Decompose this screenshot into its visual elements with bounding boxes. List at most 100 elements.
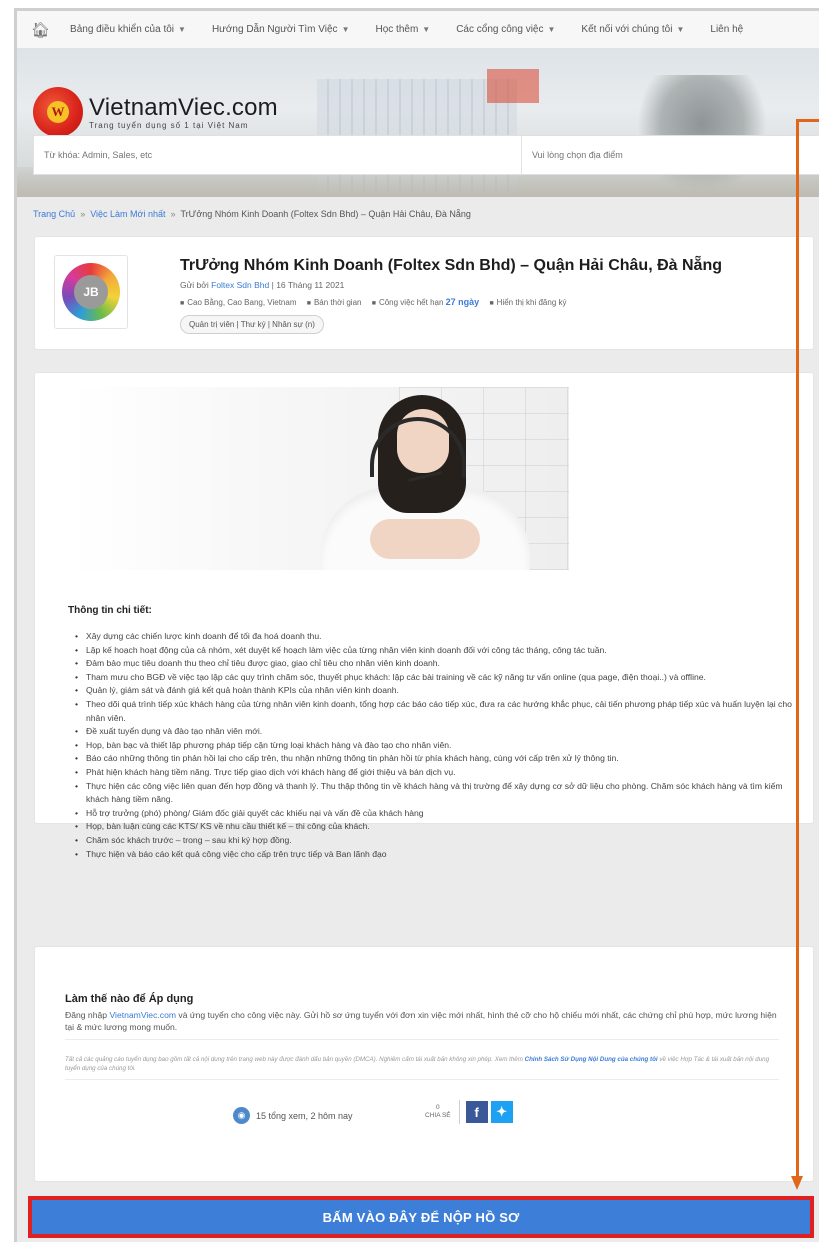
breadcrumb-home-link[interactable]: Trang Chủ [33, 209, 75, 219]
legal-text: Tất cả các quảng cáo tuyển dụng bao gồm … [65, 1056, 523, 1063]
nav-item-learn-more[interactable]: Học thêm ▼ [375, 24, 430, 35]
company-logo-ring: JB [62, 263, 120, 321]
apply-now-button[interactable]: BẤM VÀO ĐÂY ĐỂ NỘP HỒ SƠ [28, 1196, 814, 1238]
brand-name: VietnamViec.com [89, 94, 278, 121]
list-item: Theo dõi quá trình tiếp xúc khách hàng c… [75, 698, 805, 725]
job-photo [70, 387, 569, 570]
banner-flag-image [487, 69, 539, 103]
list-item: Phát hiện khách hàng tiềm năng. Trực tiế… [75, 766, 805, 780]
list-item: Quản lý, giám sát và đánh giá kết quả ho… [75, 684, 805, 698]
location-select-input[interactable] [522, 136, 819, 174]
keyword-search-input[interactable] [34, 136, 522, 174]
list-item: Tham mưu cho BGĐ về việc tạo lập các quy… [75, 671, 805, 685]
logo-words: VietnamViec.com Trang tuyển dụng số 1 tạ… [89, 94, 278, 130]
duties-list: Xây dựng các chiến lược kinh doanh để tố… [75, 630, 805, 861]
list-item: Báo cáo những thông tin phản hồi lại cho… [75, 752, 805, 766]
share-widget: 0 CHIA SẺ f ✦ [425, 1100, 516, 1124]
share-divider [458, 1100, 460, 1124]
apply-prefix: Đăng nhập [65, 1010, 108, 1020]
apply-instructions: Đăng nhập VietnamViec.com và ứng tuyển c… [65, 1009, 779, 1033]
bullet-icon: ■ [306, 300, 311, 307]
job-title: TrƯởng Nhóm Kinh Doanh (Foltex Sdn Bhd) … [180, 257, 722, 274]
top-navigation: 🏠︎ Bảng điều khiển của tôi ▼ Hướng Dẫn Ng… [17, 11, 819, 49]
company-logo[interactable]: JB [54, 255, 128, 329]
job-description-card: Thông tin chi tiết: Xây dựng các chiến l… [35, 373, 813, 861]
job-type: Bán thời gian [313, 298, 362, 307]
breadcrumb-section-link[interactable]: Việc Làm Mới nhất [90, 209, 165, 219]
list-item: Thực hiện các công việc liên quan đến hợ… [75, 780, 805, 807]
list-item: Đảm bảo mục tiêu doanh thu theo chỉ tiêu… [75, 657, 805, 671]
job-salary: Hiển thị khi đăng ký [496, 298, 567, 307]
photo-person-arm [370, 519, 480, 559]
caret-down-icon: ▼ [422, 25, 431, 34]
list-item: Đề xuất tuyển dụng và đào tạo nhân viên … [75, 725, 805, 739]
caret-down-icon: ▼ [676, 25, 685, 34]
details-heading: Thông tin chi tiết: [68, 605, 152, 616]
company-logo-initials: JB [74, 275, 108, 309]
view-stats: ◉ 15 tổng xem, 2 hôm nay [233, 1107, 353, 1124]
share-count-number: 0 [436, 1104, 440, 1111]
logo-badge-icon: W [33, 87, 83, 137]
list-item: Hỗ trợ trưởng (phó) phòng/ Giám đốc giải… [75, 807, 805, 821]
bullet-icon: ■ [180, 300, 185, 307]
share-count-label: CHIA SẺ [425, 1112, 451, 1119]
nav-label: Liên hệ [710, 24, 744, 35]
list-item: Họp, bàn luận cùng các KTS/ KS về nhu cầ… [75, 820, 805, 834]
job-location: Cao Bằng, Cao Bang, Vietnam [187, 298, 297, 307]
list-item: Họp, bàn bạc và thiết lập phương pháp ti… [75, 739, 805, 753]
caret-down-icon: ▼ [341, 25, 350, 34]
view-count: 15 tổng xem, 2 hôm nay [256, 1110, 353, 1121]
content-policy-link[interactable]: Chính Sách Sử Dụng Nội Dung của chúng tô… [525, 1056, 658, 1063]
home-icon[interactable]: 🏠︎ [31, 21, 50, 39]
job-expires-days: 27 ngày [445, 297, 480, 307]
annotation-arrow-head-icon [791, 1176, 803, 1190]
apply-now-label: BẤM VÀO ĐÂY ĐỂ NỘP HỒ SƠ [322, 1209, 520, 1225]
nav-item-connect[interactable]: Kết nối với chúng tôi ▼ [581, 24, 684, 35]
divider [65, 1079, 779, 1080]
list-item: Chăm sóc khách trước – trong – sau khi k… [75, 834, 805, 848]
views-icon: ◉ [233, 1107, 250, 1124]
how-to-apply-card: Làm thế nào để Áp dụng Đăng nhập Vietnam… [35, 947, 813, 1181]
apply-heading: Làm thế nào để Áp dụng [65, 993, 194, 1005]
nav-item-contact[interactable]: Liên hệ [710, 24, 743, 35]
nav-label: Hướng Dẫn Người Tìm Việc [211, 24, 338, 35]
site-link[interactable]: VietnamViec.com [109, 1010, 176, 1020]
copyright-notice: Tất cả các quảng cáo tuyển dụng bao gồm … [65, 1055, 779, 1073]
company-link[interactable]: Foltex Sdn Bhd [211, 280, 269, 290]
annotation-arrow-segment [796, 119, 819, 122]
site-logo[interactable]: W VietnamViec.com Trang tuyển dụng số 1 … [33, 87, 278, 137]
bullet-icon: ■ [371, 300, 376, 307]
caret-down-icon: ▼ [547, 25, 556, 34]
list-item: Lập kế hoạch hoạt động của cả nhóm, xét … [75, 644, 805, 658]
annotation-arrow-segment [796, 119, 799, 1181]
nav-item-job-portals[interactable]: Các cổng công việc ▼ [456, 24, 555, 35]
posted-by-line: Gửi bởi Foltex Sdn Bhd | 16 Tháng 11 202… [180, 280, 344, 290]
nav-label: Bảng điều khiển của tôi [70, 24, 175, 35]
job-header-card: JB TrƯởng Nhóm Kinh Doanh (Foltex Sdn Bh… [35, 237, 813, 349]
job-expires-label: Công việc hết hạn [378, 298, 444, 307]
bullet-icon: ■ [489, 300, 494, 307]
caret-down-icon: ▼ [178, 25, 186, 34]
breadcrumb-separator: » [80, 209, 86, 219]
nav-label: Các cổng công việc [456, 24, 544, 35]
list-item: Thực hiện và báo cáo kết quả công việc c… [75, 848, 805, 862]
nav-label: Kết nối với chúng tôi [581, 24, 673, 35]
facebook-share-icon[interactable]: f [465, 1101, 488, 1123]
nav-item-job-seeker-guide[interactable]: Hướng Dẫn Người Tìm Việc ▼ [212, 24, 350, 35]
share-count: 0 CHIA SẺ [425, 1104, 451, 1120]
logo-letter: W [47, 101, 69, 123]
search-bar [33, 135, 819, 175]
breadcrumb-separator: » [170, 209, 176, 219]
posted-date: | 16 Tháng 11 2021 [271, 280, 345, 290]
nav-item-dashboard[interactable]: Bảng điều khiển của tôi ▼ [70, 24, 186, 35]
browser-page: 🏠︎ Bảng điều khiển của tôi ▼ Hướng Dẫn Ng… [14, 8, 819, 1242]
breadcrumb-current: TrƯởng Nhóm Kinh Doanh (Foltex Sdn Bhd) … [180, 209, 471, 219]
posted-prefix: Gửi bởi [180, 280, 209, 290]
job-category-tag[interactable]: Quản trị viên | Thư ký | Nhân sự (n) [180, 315, 324, 334]
twitter-share-icon[interactable]: ✦ [490, 1101, 513, 1123]
brand-tagline: Trang tuyển dụng số 1 tại Việt Nam [89, 121, 249, 130]
breadcrumb: Trang Chủ » Việc Làm Mới nhất » TrƯởng Nhóm … [33, 209, 471, 219]
job-meta: ■ Cao Bằng, Cao Bang, Vietnam ■ Bán thời g… [180, 297, 567, 307]
nav-label: Học thêm [375, 24, 419, 35]
list-item: Xây dựng các chiến lược kinh doanh để tố… [75, 630, 805, 644]
